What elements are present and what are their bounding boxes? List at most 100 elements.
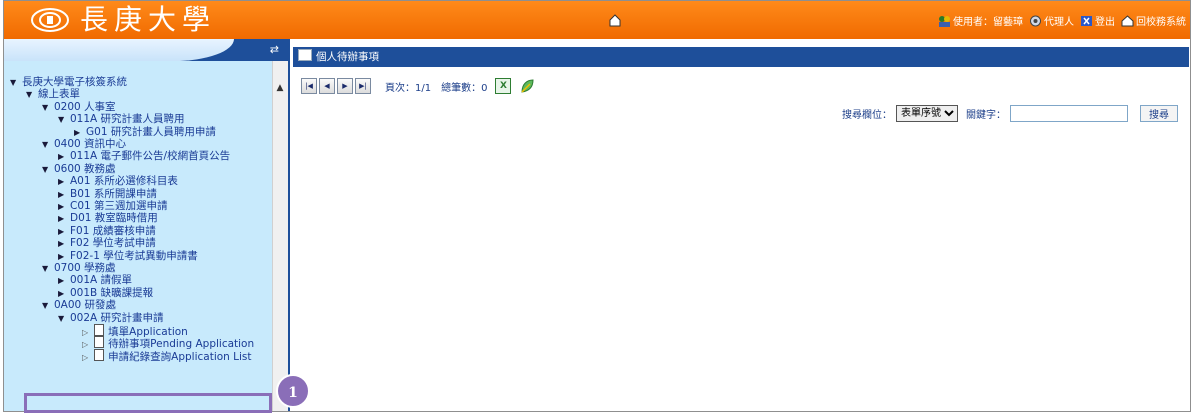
user-info[interactable]: 使用者：留藝璋	[938, 13, 1023, 28]
tree-node-label: 0700 學務處	[54, 262, 116, 274]
left-panel-header: ⇄	[4, 39, 287, 61]
tree-node[interactable]: ▶ F02-1 學位考試異動申請書	[58, 250, 198, 263]
tree-node-label: F02 學位考試申請	[70, 237, 156, 250]
tree-node[interactable]: ▶ A01 系所必選修科目表	[58, 175, 178, 188]
swap-icon[interactable]: ⇄	[270, 43, 279, 56]
expand-arrow-icon[interactable]: ▶	[74, 127, 82, 139]
top-banner: 長庚大學 使用者：留藝璋 代理人 登出 回校務系統	[4, 1, 1190, 39]
tree-node[interactable]: ▼ 0200 人事室	[42, 101, 116, 114]
tree-node[interactable]: ▼ 線上表單	[26, 88, 80, 101]
tree-node-label: 申請紀錄查詢Application List	[108, 350, 252, 363]
user-info-label: 使用者：留藝璋	[953, 17, 1023, 28]
tree-node-label: 001B 缺曠課提報	[70, 286, 154, 299]
expand-arrow-icon[interactable]: ▶	[58, 176, 66, 188]
tree-node[interactable]: ▶ F02 學位考試申請	[58, 237, 156, 250]
tree-node-label: B01 系所開課申請	[70, 187, 157, 200]
tree-node-label: C01 第三週加選申請	[70, 200, 168, 212]
collapse-arrow-icon[interactable]: ▼	[42, 263, 50, 275]
search-button[interactable]: 搜尋	[1140, 105, 1178, 122]
collapse-arrow-icon[interactable]: ▼	[42, 164, 50, 176]
tree-node[interactable]: ▷ 申請紀錄查詢Application List	[82, 348, 252, 364]
excel-icon[interactable]: X	[495, 78, 512, 94]
logout-link-label: 登出	[1095, 17, 1115, 28]
university-name: 長庚大學	[80, 3, 217, 36]
highlight-box	[24, 393, 272, 413]
first-page-button[interactable]: |◀	[301, 78, 317, 94]
search-field-label: 搜尋欄位：	[842, 110, 892, 121]
tree-node-label: 011A 電子郵件公告/校網首頁公告	[70, 150, 231, 163]
tree-node[interactable]: ▼ 0A00 研發處	[42, 299, 116, 312]
expand-arrow-icon[interactable]: ▶	[58, 288, 66, 300]
expand-arrow-icon[interactable]: ▶	[58, 251, 66, 263]
users-icon	[939, 15, 950, 27]
agent-icon	[1030, 15, 1041, 26]
list-icon	[298, 49, 312, 61]
search-bar: 搜尋欄位： 表單序號 關鍵字： 搜尋	[842, 105, 1178, 122]
collapse-arrow-icon[interactable]: ▼	[42, 102, 50, 114]
tree-node-label: 0600 教務處	[54, 162, 116, 175]
tree-node[interactable]: ▶ 011A 電子郵件公告/校網首頁公告	[58, 150, 230, 163]
tree-node-label: F02-1 學位考試異動申請書	[70, 249, 198, 262]
tree-node[interactable]: ▶ 001A 請假單	[58, 274, 132, 287]
leaf-icon[interactable]	[519, 78, 535, 94]
expand-arrow-icon[interactable]: ▶	[58, 226, 66, 238]
expand-arrow-icon[interactable]: ▷	[82, 353, 88, 362]
collapse-arrow-icon[interactable]: ▼	[26, 89, 34, 101]
document-icon	[94, 324, 105, 336]
keyword-label: 關鍵字：	[966, 110, 1006, 121]
tree-node-label: A01 系所必選修科目表	[70, 175, 178, 188]
tree-node-label: D01 教室臨時借用	[70, 212, 158, 225]
tree-node-label: F01 成績審核申請	[70, 224, 156, 237]
tree-node-label: 線上表單	[38, 88, 80, 101]
tree-node-label: 0200 人事室	[54, 100, 116, 113]
expand-arrow-icon[interactable]: ▶	[58, 213, 66, 225]
tree-node-label: G01 研究計畫人員聘用申請	[86, 125, 216, 138]
tree-node[interactable]: ▶ B01 系所開課申請	[58, 188, 157, 201]
navigation-tree: ▼ 長庚大學電子核簽系統 ▼ 線上表單 ▼ 0200 人事室 ▼ 011A 研究計畫人員聘用 ▶…	[4, 61, 272, 411]
collapse-arrow-icon[interactable]: ▼	[58, 313, 66, 325]
back-to-school-link[interactable]: 回校務系統	[1121, 13, 1186, 28]
expand-arrow-icon[interactable]: ▶	[58, 189, 66, 201]
last-page-button[interactable]: ▶|	[355, 78, 371, 94]
tree-node-label: 011A 研究計畫人員聘用	[70, 113, 185, 126]
tree-node-label: 長庚大學電子核簽系統	[22, 76, 127, 88]
home-icon[interactable]	[608, 13, 622, 27]
expand-arrow-icon[interactable]: ▶	[58, 201, 66, 213]
tree-node-label: 0400 資訊中心	[54, 138, 127, 150]
tree-node[interactable]: ▶ G01 研究計畫人員聘用申請	[74, 126, 216, 139]
logout-link[interactable]: 登出	[1080, 13, 1115, 28]
search-field-select[interactable]: 表單序號	[896, 105, 958, 122]
main-title: 個人待辦事項	[316, 51, 379, 63]
tree-node-label: 0A00 研發處	[54, 299, 117, 312]
prev-page-button[interactable]: ◀	[319, 78, 335, 94]
record-count: 總筆數：0	[441, 82, 488, 94]
tree-node[interactable]: ▶ F01 成績審核申請	[58, 225, 156, 238]
scroll-up-icon[interactable]: ▲	[274, 83, 286, 95]
app-window: 長庚大學 使用者：留藝璋 代理人 登出 回校務系統 ⇄ ▼ 長庚大學電子核簽系統…	[3, 0, 1191, 412]
university-logo-icon	[31, 8, 69, 32]
expand-arrow-icon[interactable]: ▶	[58, 275, 66, 287]
next-page-button[interactable]: ▶	[337, 78, 353, 94]
tree-scrollbar[interactable]: ▲	[272, 61, 288, 411]
collapse-arrow-icon[interactable]: ▼	[10, 77, 18, 89]
agent-link[interactable]: 代理人	[1029, 13, 1074, 28]
expand-arrow-icon[interactable]: ▶	[58, 151, 66, 163]
tree-node[interactable]: ▶ 001B 缺曠課提報	[58, 287, 153, 300]
collapse-arrow-icon[interactable]: ▼	[42, 300, 50, 312]
left-panel: ⇄ ▼ 長庚大學電子核簽系統 ▼ 線上表單 ▼ 0200 人事室 ▼ 011A 研究計畫人員聘…	[4, 39, 290, 411]
document-icon	[94, 336, 105, 349]
tree-node-label: 001A 請假單	[70, 274, 133, 287]
keyword-input[interactable]	[1010, 105, 1128, 122]
home-icon	[1121, 14, 1134, 26]
tree-node[interactable]: ▼ 011A 研究計畫人員聘用	[58, 113, 185, 126]
collapse-arrow-icon[interactable]: ▼	[42, 139, 50, 151]
tree-node-label: 002A 研究計畫申請	[70, 311, 164, 324]
expand-arrow-icon[interactable]: ▶	[58, 238, 66, 250]
tree-node[interactable]: ▼ 002A 研究計畫申請	[58, 312, 164, 325]
collapse-arrow-icon[interactable]: ▼	[58, 114, 66, 126]
tree-node[interactable]: ▼ 0600 教務處	[42, 163, 116, 176]
document-icon	[94, 348, 105, 361]
agent-link-label: 代理人	[1044, 17, 1074, 28]
pager: |◀ ◀ ▶ ▶| 頁次：1/1 總筆數：0 X	[301, 78, 535, 94]
tree-node[interactable]: ▶ D01 教室臨時借用	[58, 212, 158, 225]
